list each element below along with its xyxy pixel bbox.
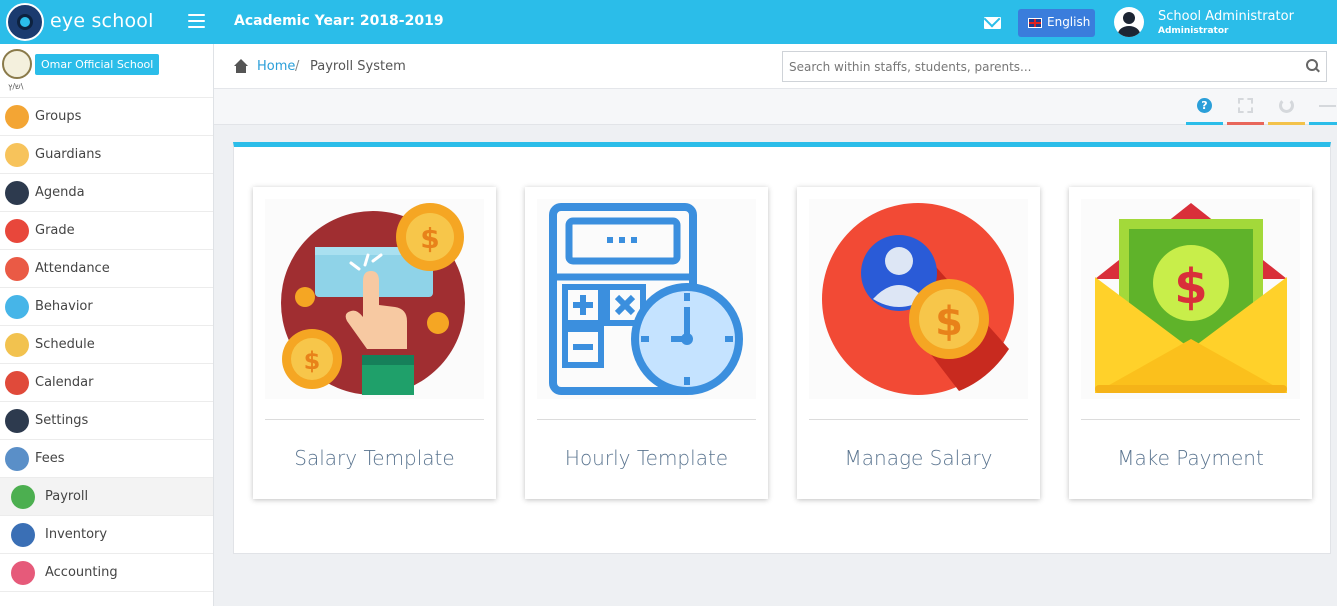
sidebar-item-label: Calendar bbox=[35, 375, 94, 390]
salary-template-card[interactable]: $ $ Salary Template bbox=[253, 187, 496, 499]
brand-name[interactable]: eye school bbox=[50, 10, 154, 32]
breadcrumb-current: Payroll System bbox=[310, 59, 406, 74]
sidebar-item-label: Settings bbox=[35, 413, 89, 428]
groups-icon bbox=[5, 105, 29, 129]
manage-salary-card[interactable]: $ Manage Salary bbox=[797, 187, 1040, 499]
user-role: Administrator bbox=[1158, 26, 1229, 36]
calendar-icon bbox=[5, 371, 29, 395]
behavior-icon bbox=[5, 295, 29, 319]
search-box bbox=[782, 51, 1327, 82]
panel-toolbar: ? bbox=[214, 89, 1337, 125]
tool-bar-help bbox=[1186, 122, 1223, 125]
settings-icon bbox=[5, 409, 29, 433]
sidebar-item-schedule[interactable]: Schedule bbox=[0, 326, 213, 364]
sidebar-item-accounting[interactable]: Accounting bbox=[0, 554, 213, 592]
tool-bar-fullscreen bbox=[1227, 122, 1264, 125]
sidebar-item-label: Accounting bbox=[45, 565, 118, 580]
academic-year: Academic Year: 2018-2019 bbox=[234, 13, 444, 29]
fullscreen-icon bbox=[1238, 98, 1253, 113]
mail-icon[interactable] bbox=[984, 17, 1001, 29]
inventory-icon bbox=[11, 523, 35, 547]
refresh-tool[interactable] bbox=[1268, 89, 1305, 125]
sidebar-item-label: Agenda bbox=[35, 185, 85, 200]
sidebar-item-settings[interactable]: Settings bbox=[0, 402, 213, 440]
tool-bar-refresh bbox=[1268, 122, 1305, 125]
breadcrumb-bar: Home / Payroll System bbox=[214, 44, 1337, 89]
salary-template-icon: $ $ bbox=[265, 199, 484, 399]
search-icon[interactable] bbox=[1306, 59, 1320, 73]
sidebar-item-label: Attendance bbox=[35, 261, 110, 276]
sidebar-item-label: Guardians bbox=[35, 147, 102, 162]
make-payment-card[interactable]: $ Make Payment bbox=[1069, 187, 1312, 499]
accounting-icon bbox=[11, 561, 35, 585]
fees-icon bbox=[5, 447, 29, 471]
agenda-icon bbox=[5, 181, 29, 205]
resize-tool[interactable] bbox=[1309, 89, 1337, 125]
salary-template-title[interactable]: Salary Template bbox=[253, 446, 496, 470]
resize-arrows-icon bbox=[1319, 105, 1336, 107]
manage-salary-title[interactable]: Manage Salary bbox=[797, 446, 1040, 470]
tool-bar-resize bbox=[1309, 122, 1337, 125]
svg-text:$: $ bbox=[420, 222, 439, 255]
svg-text:$: $ bbox=[304, 347, 321, 375]
sidebar-item-calendar[interactable]: Calendar bbox=[0, 364, 213, 402]
school-sub-text: ש/ץ\ bbox=[8, 82, 24, 91]
sidebar-item-grade[interactable]: Grade bbox=[0, 212, 213, 250]
search-input[interactable] bbox=[789, 57, 1289, 77]
sidebar-item-label: Groups bbox=[35, 109, 82, 124]
sidebar-item-agenda[interactable]: Agenda bbox=[0, 174, 213, 212]
svg-text:$: $ bbox=[1174, 259, 1207, 315]
card-divider bbox=[265, 419, 484, 420]
card-divider bbox=[537, 419, 756, 420]
sidebar: Omar Official School ש/ץ\ Groups Guardian… bbox=[0, 44, 214, 606]
eye-logo-icon[interactable] bbox=[6, 3, 44, 41]
sidebar-item-behavior[interactable]: Behavior bbox=[0, 288, 213, 326]
hourly-template-title[interactable]: Hourly Template bbox=[525, 446, 768, 470]
manage-salary-icon: $ bbox=[809, 199, 1028, 399]
grade-icon bbox=[5, 219, 29, 243]
sidebar-item-attendance[interactable]: Attendance bbox=[0, 250, 213, 288]
uk-flag-icon bbox=[1028, 18, 1042, 28]
payroll-icon bbox=[11, 485, 35, 509]
sidebar-item-label: Grade bbox=[35, 223, 75, 238]
sidebar-item-payroll[interactable]: Payroll bbox=[0, 478, 213, 516]
help-tool[interactable]: ? bbox=[1186, 89, 1223, 125]
home-icon[interactable] bbox=[233, 59, 249, 73]
schedule-icon bbox=[5, 333, 29, 357]
breadcrumb-separator: / bbox=[295, 59, 300, 74]
make-payment-title[interactable]: Make Payment bbox=[1069, 446, 1312, 470]
sidebar-item-inventory[interactable]: Inventory bbox=[0, 516, 213, 554]
school-logo-icon bbox=[2, 49, 32, 79]
payroll-panel: $ $ Salary Template Hourly Template $ Ma… bbox=[233, 142, 1331, 554]
fullscreen-tool[interactable] bbox=[1227, 89, 1264, 125]
top-bar: eye school Academic Year: 2018-2019 Engl… bbox=[0, 0, 1337, 44]
menu-toggle-icon[interactable] bbox=[188, 14, 205, 28]
sidebar-item-label: Behavior bbox=[35, 299, 93, 314]
sidebar-item-label: Fees bbox=[35, 451, 65, 466]
sidebar-item-label: Payroll bbox=[45, 489, 89, 504]
help-icon: ? bbox=[1197, 98, 1212, 113]
attendance-icon bbox=[5, 257, 29, 281]
avatar[interactable] bbox=[1114, 7, 1144, 37]
sidebar-item-guardians[interactable]: Guardians bbox=[0, 136, 213, 174]
sidebar-item-groups[interactable]: Groups bbox=[0, 98, 213, 136]
card-divider bbox=[1081, 419, 1300, 420]
school-selector[interactable]: Omar Official School ש/ץ\ bbox=[0, 44, 213, 98]
user-name[interactable]: School Administrator bbox=[1158, 9, 1294, 24]
language-label: English bbox=[1047, 15, 1091, 29]
refresh-icon bbox=[1279, 98, 1294, 113]
breadcrumb-home-link[interactable]: Home bbox=[257, 59, 295, 74]
sidebar-item-fees[interactable]: Fees bbox=[0, 440, 213, 478]
card-divider bbox=[809, 419, 1028, 420]
sidebar-nav: Groups Guardians Agenda Grade Attendance Beha… bbox=[0, 98, 213, 592]
language-button[interactable]: English bbox=[1018, 9, 1095, 37]
guardians-icon bbox=[5, 143, 29, 167]
make-payment-icon: $ bbox=[1081, 199, 1300, 399]
school-name[interactable]: Omar Official School bbox=[35, 54, 160, 75]
sidebar-item-label: Inventory bbox=[45, 527, 108, 542]
hourly-template-icon bbox=[537, 199, 756, 399]
svg-text:$: $ bbox=[935, 299, 963, 345]
hourly-template-card[interactable]: Hourly Template bbox=[525, 187, 768, 499]
sidebar-item-label: Schedule bbox=[35, 337, 95, 352]
